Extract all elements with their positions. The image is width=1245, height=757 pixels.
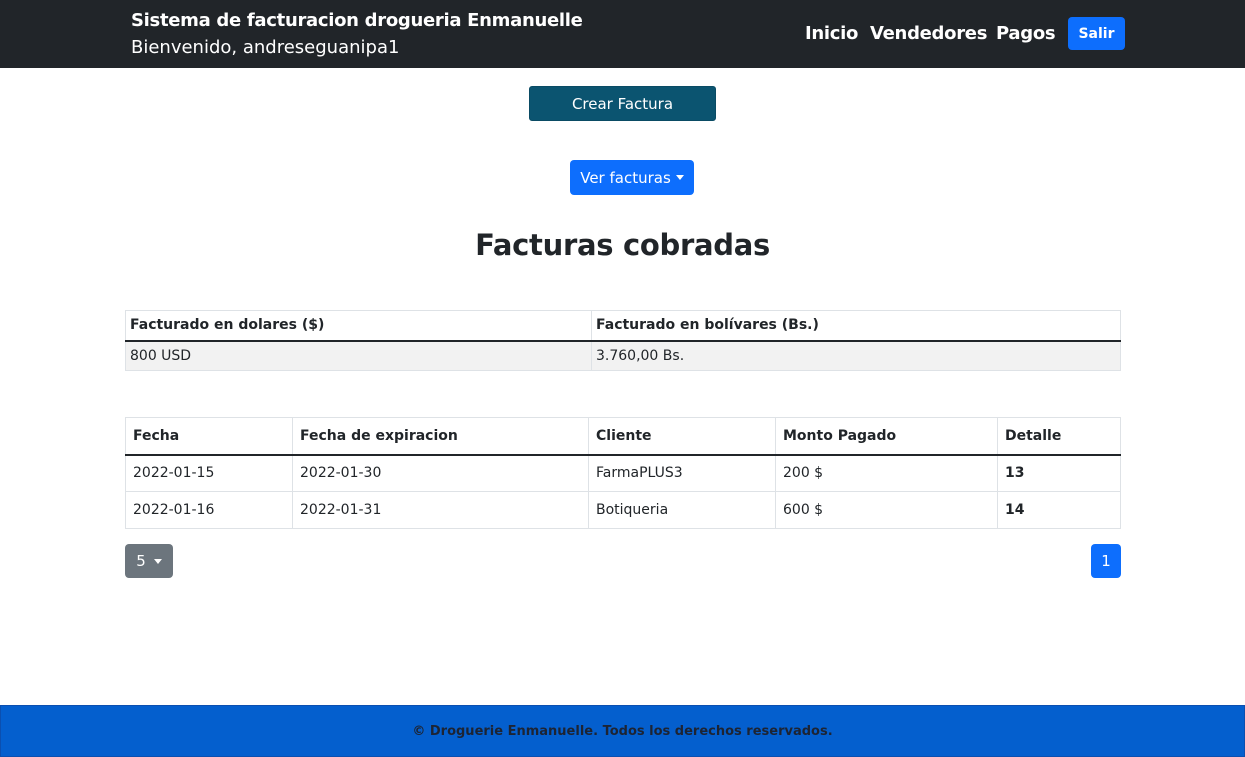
create-invoice-button[interactable]: Crear Factura	[529, 86, 716, 121]
detail-link[interactable]: 14	[997, 491, 1121, 529]
cell-fecha-expiracion: 2022-01-30	[292, 454, 589, 492]
nav-link-inicio[interactable]: Inicio	[805, 23, 858, 44]
logout-button[interactable]: Salir	[1068, 17, 1125, 50]
table-row: 2022-01-16 2022-01-31 Botiqueria 600 $ 1…	[125, 491, 1121, 529]
col-header-monto[interactable]: Monto Pagado	[775, 417, 998, 456]
welcome-text: Bienvenido, andreseguanipa1	[131, 37, 400, 58]
view-invoices-dropdown[interactable]: Ver facturas	[570, 160, 694, 195]
cell-monto: 600 $	[775, 491, 998, 529]
summary-header-row: Facturado en dolares ($) Facturado en bo…	[125, 310, 1121, 342]
invoices-header-row: Fecha Fecha de expiracion Cliente Monto …	[125, 417, 1121, 456]
brand-title[interactable]: Sistema de facturacion drogueria Enmanue…	[131, 10, 583, 31]
cell-fecha: 2022-01-15	[125, 454, 293, 492]
billing-summary-table: Facturado en dolares ($) Facturado en bo…	[125, 310, 1121, 371]
cell-cliente: Botiqueria	[588, 491, 776, 529]
col-header-detalle[interactable]: Detalle	[997, 417, 1121, 456]
cell-monto: 200 $	[775, 454, 998, 492]
footer: © Droguerie Enmanuelle. Todos los derech…	[0, 705, 1245, 757]
rows-per-page-value: 5	[136, 552, 146, 570]
view-invoices-label: Ver facturas	[580, 168, 671, 187]
col-header-fecha-expiracion[interactable]: Fecha de expiracion	[292, 417, 589, 456]
summary-header-usd: Facturado en dolares ($)	[125, 310, 592, 342]
cell-fecha: 2022-01-16	[125, 491, 293, 529]
pagination-page-1[interactable]: 1	[1091, 544, 1121, 578]
summary-header-bs: Facturado en bolívares (Bs.)	[591, 310, 1121, 342]
caret-down-icon	[153, 558, 162, 564]
nav-link-pagos[interactable]: Pagos	[996, 23, 1056, 44]
col-header-fecha[interactable]: Fecha	[125, 417, 293, 456]
page-title: Facturas cobradas	[475, 228, 770, 262]
invoices-table: Fecha Fecha de expiracion Cliente Monto …	[125, 417, 1121, 529]
caret-down-icon	[675, 175, 684, 180]
summary-value-usd: 800 USD	[125, 340, 592, 371]
detail-link[interactable]: 13	[997, 454, 1121, 492]
footer-copyright: © Droguerie Enmanuelle. Todos los derech…	[412, 723, 833, 739]
summary-value-bs: 3.760,00 Bs.	[591, 340, 1121, 371]
top-navbar: Sistema de facturacion drogueria Enmanue…	[0, 0, 1245, 68]
cell-fecha-expiracion: 2022-01-31	[292, 491, 589, 529]
rows-per-page-dropdown[interactable]: 5	[125, 544, 173, 578]
cell-cliente: FarmaPLUS3	[588, 454, 776, 492]
nav-link-vendedores[interactable]: Vendedores	[870, 23, 987, 44]
col-header-cliente[interactable]: Cliente	[588, 417, 776, 456]
table-row: 2022-01-15 2022-01-30 FarmaPLUS3 200 $ 1…	[125, 454, 1121, 492]
summary-row: 800 USD 3.760,00 Bs.	[125, 340, 1121, 371]
